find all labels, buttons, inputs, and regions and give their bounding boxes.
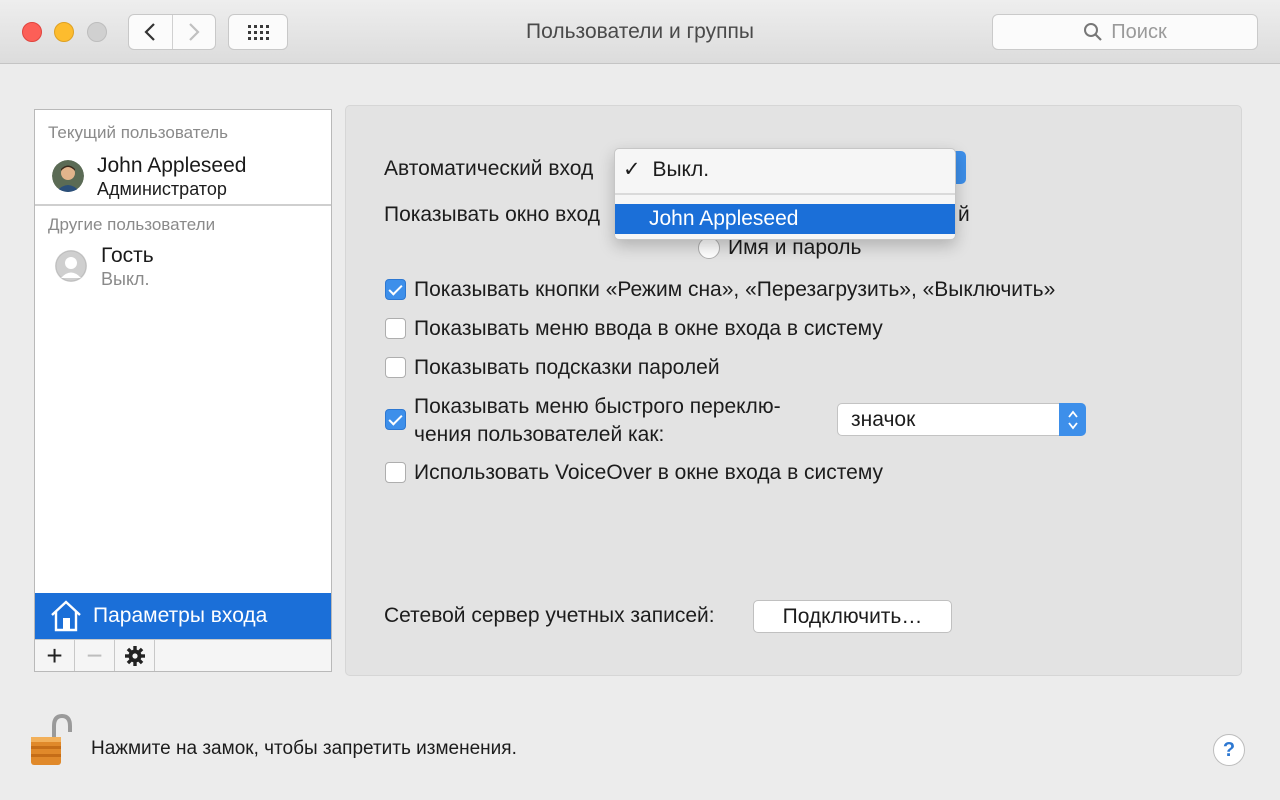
fast-user-switching-checkbox[interactable]	[385, 409, 406, 430]
auto-login-menu: ✓ Выкл. John Appleseed	[614, 148, 956, 240]
network-server-label: Сетевой сервер учетных записей:	[384, 604, 715, 627]
voiceover-checkbox[interactable]	[385, 462, 406, 483]
menu-item-off-label: Выкл.	[652, 158, 710, 181]
avatar	[52, 160, 84, 192]
action-menu-button[interactable]	[115, 640, 155, 671]
remove-user-button[interactable]: −	[75, 640, 115, 671]
sidebar-toolbar: + −	[35, 639, 331, 671]
show-input-menu-checkbox[interactable]	[385, 318, 406, 339]
fast-user-switching-label-line2: чения пользователей как:	[414, 423, 665, 446]
name-password-radio[interactable]	[698, 237, 720, 259]
lock-icon[interactable]	[28, 712, 74, 773]
checkmark-icon: ✓	[623, 158, 641, 181]
show-password-hints-checkbox[interactable]	[385, 357, 406, 378]
voiceover-label: Использовать VoiceOver в окне входа в си…	[414, 461, 884, 484]
other-users-header: Другие пользователи	[48, 215, 216, 234]
gear-icon	[124, 645, 145, 666]
guest-avatar-icon	[55, 250, 87, 282]
search-icon	[1084, 23, 1103, 41]
divider	[35, 204, 331, 206]
login-options-item[interactable]: Параметры входа	[35, 593, 331, 639]
current-user-role: Администратор	[97, 179, 227, 199]
menu-item-off[interactable]: ✓ Выкл.	[623, 157, 709, 182]
house-icon	[51, 600, 81, 632]
menu-separator	[615, 193, 955, 195]
auto-login-label: Автоматический вход	[384, 157, 594, 180]
lock-hint-text: Нажмите на замок, чтобы запретить измене…	[91, 738, 517, 759]
users-sidebar: Текущий пользователь John Appleseed Адми…	[34, 109, 332, 672]
menu-item-john-appleseed-label: John Appleseed	[649, 207, 799, 230]
help-button[interactable]: ?	[1213, 734, 1245, 766]
fast-switch-style-value: значок	[851, 407, 916, 431]
show-password-hints-label: Показывать подсказки паролей	[414, 356, 720, 379]
menu-item-john-appleseed[interactable]: John Appleseed	[615, 204, 955, 234]
title-bar: Пользователи и группы Поиск	[0, 0, 1280, 64]
search-placeholder: Поиск	[1111, 20, 1167, 43]
fast-user-switching-label-line1: Показывать меню быстрого переклю-	[414, 395, 781, 418]
login-options-label: Параметры входа	[93, 604, 268, 627]
connect-button[interactable]: Подключить…	[753, 600, 952, 633]
show-input-menu-label: Показывать меню ввода в окне входа в сис…	[414, 317, 883, 340]
guest-user-status: Выкл.	[101, 269, 150, 289]
show-power-buttons-checkbox[interactable]	[385, 279, 406, 300]
show-power-buttons-label: Показывать кнопки «Режим сна», «Перезагр…	[414, 278, 1056, 301]
current-user-name: John Appleseed	[97, 154, 247, 177]
up-down-chevron-icon	[1059, 403, 1086, 436]
guest-user-name: Гость	[101, 244, 154, 267]
add-user-button[interactable]: +	[35, 640, 75, 671]
show-login-window-label-tail: й	[958, 203, 970, 226]
fast-switch-style-select[interactable]: значок	[837, 403, 1086, 436]
search-field[interactable]: Поиск	[992, 14, 1258, 50]
current-user-header: Текущий пользователь	[48, 123, 229, 142]
show-login-window-label: Показывать окно вход	[384, 203, 600, 226]
